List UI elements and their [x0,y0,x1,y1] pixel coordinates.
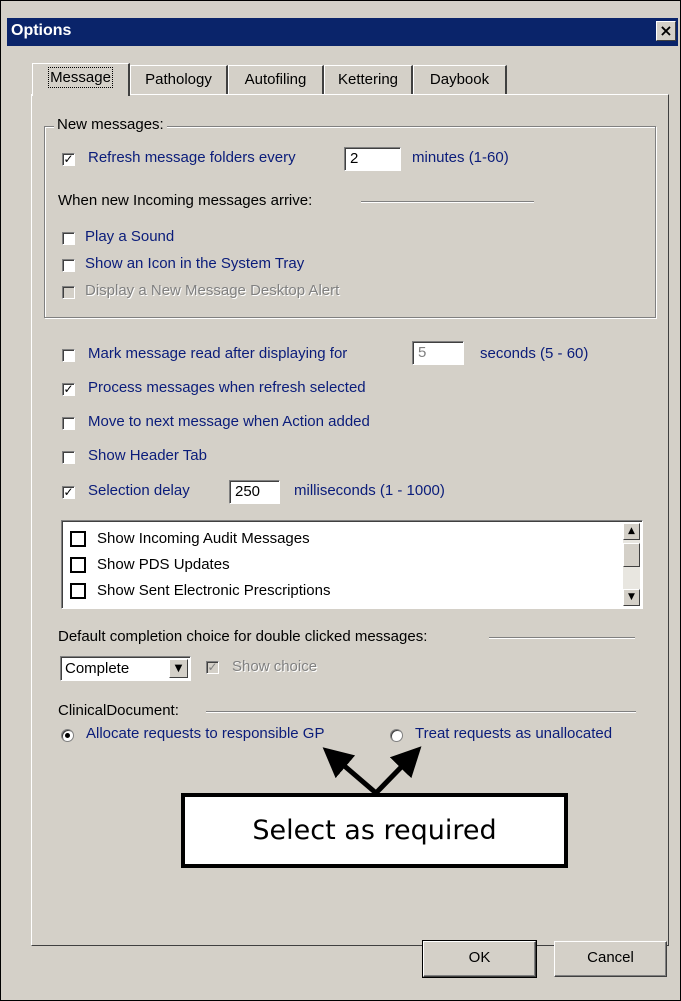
list-item-checkbox[interactable] [70,557,86,573]
checkmark-icon: ✓ [63,152,74,166]
clinical-label: ClinicalDocument: [58,702,179,719]
scroll-up-button[interactable]: ▲ [623,523,640,540]
clinical-divider [206,711,636,713]
checkmark-icon: ✓ [63,382,74,396]
mark-read-checkbox[interactable] [62,349,75,362]
show-choice-checkbox[interactable]: ✓ [206,661,219,674]
header-tab-checkbox[interactable] [62,451,75,464]
arrow-left [322,747,378,795]
arrive-divider [361,201,534,203]
annotation-arrows [322,746,422,795]
mark-read-suffix: seconds (5 - 60) [480,345,589,362]
desktop-alert-label: Display a New Message Desktop Alert [85,282,340,299]
show-icon-checkbox[interactable] [62,259,75,272]
refresh-minutes-input[interactable]: 2 [344,147,401,171]
options-dialog: Options × Message Pathology Autofiling K… [0,0,681,1001]
desktop-alert-checkbox[interactable] [62,286,75,299]
cancel-button[interactable]: Cancel [554,941,667,977]
play-sound-label: Play a Sound [85,228,175,245]
allocate-radio[interactable] [61,729,74,742]
show-icon-label: Show an Icon in the System Tray [85,255,305,272]
list-item-label: Show Sent Electronic Prescriptions [97,582,331,599]
scroll-up-icon: ▲ [628,526,635,536]
tab-pathology[interactable]: Pathology [130,65,228,94]
header-tab-label: Show Header Tab [88,447,207,464]
process-label: Process messages when refresh selected [88,379,366,396]
selection-delay-input[interactable]: 250 [229,480,280,504]
message-types-list[interactable]: Show Incoming Audit Messages Show PDS Up… [61,520,643,609]
tab-autofiling-label: Autofiling [244,71,307,88]
completion-dropdown-button[interactable]: ▼ [169,659,188,678]
completion-select[interactable]: Complete ▼ [60,656,191,681]
mark-read-label: Mark message read after displaying for [88,345,348,362]
scroll-down-icon: ▼ [628,592,635,602]
completion-divider [489,637,635,639]
refresh-checkbox[interactable]: ✓ [62,153,75,166]
tab-daybook-label: Daybook [429,71,490,88]
ok-button[interactable]: OK [422,940,537,978]
list-item-label: Show Incoming Audit Messages [97,530,310,547]
selection-delay-suffix: milliseconds (1 - 1000) [294,482,445,499]
window-title: Options [11,22,72,39]
move-next-checkbox[interactable] [62,417,75,430]
selection-delay-checkbox[interactable]: ✓ [62,486,75,499]
checkmark-icon: ✓ [207,660,218,674]
mark-read-seconds-input[interactable]: 5 [412,341,464,365]
list-scrollbar[interactable]: ▲ ▼ [623,523,640,606]
refresh-suffix: minutes (1-60) [412,149,509,166]
tab-kettering[interactable]: Kettering [324,65,413,94]
scroll-thumb[interactable] [623,543,640,567]
completion-select-value: Complete [65,660,130,677]
tab-autofiling[interactable]: Autofiling [228,65,324,94]
scroll-down-button[interactable]: ▼ [623,589,640,606]
list-item-label: Show PDS Updates [97,556,230,573]
tab-message-label: Message [48,67,113,88]
list-item-checkbox[interactable] [70,531,86,547]
title-bar: Options × [7,18,678,46]
unallocated-label: Treat requests as unallocated [415,725,613,742]
annotation-callout: Select as required [181,793,568,868]
checkmark-icon: ✓ [63,485,74,499]
process-checkbox[interactable]: ✓ [62,383,75,396]
tab-kettering-label: Kettering [337,71,399,88]
allocate-label: Allocate requests to responsible GP [86,725,325,742]
show-choice-label: Show choice [232,658,318,675]
chevron-down-icon: ▼ [174,663,183,674]
tab-pathology-label: Pathology [145,71,212,88]
arrow-right [374,746,422,795]
move-next-label: Move to next message when Action added [88,413,370,430]
arrive-label: When new Incoming messages arrive: [58,192,313,209]
tab-daybook[interactable]: Daybook [413,65,507,94]
completion-label: Default completion choice for double cli… [58,628,428,645]
selection-delay-label: Selection delay [88,482,190,499]
close-button[interactable]: × [656,21,676,41]
close-icon: × [659,21,673,40]
new-messages-legend: New messages: [54,116,167,133]
tab-message[interactable]: Message [32,63,130,96]
list-item-checkbox[interactable] [70,583,86,599]
refresh-label: Refresh message folders every [88,149,296,166]
play-sound-checkbox[interactable] [62,232,75,245]
